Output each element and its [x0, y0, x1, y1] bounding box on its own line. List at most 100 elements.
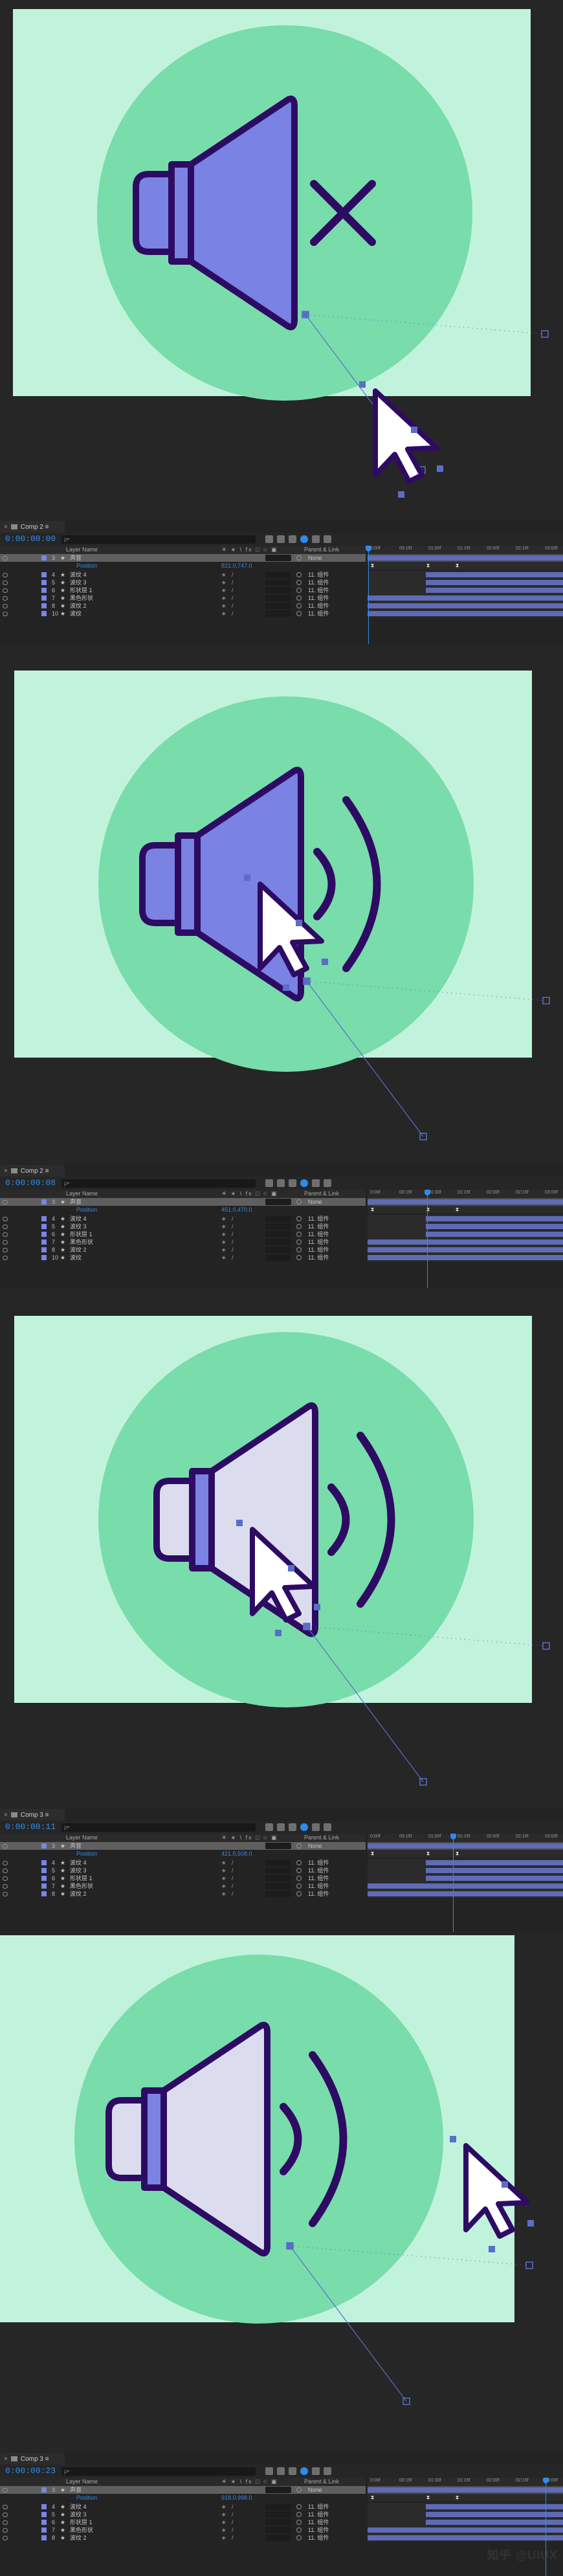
label-color-swatch[interactable]: [41, 1891, 47, 1896]
label-color-swatch[interactable]: [41, 588, 47, 593]
layer-switches[interactable]: ∗ /: [221, 2518, 236, 2526]
layer-name[interactable]: 波纹 2: [70, 1246, 87, 1254]
layer-row[interactable]: 6 ★ 形状层 1 ∗ / 11. 组件: [0, 2518, 366, 2526]
layer-duration-track[interactable]: [368, 610, 563, 617]
visibility-eye-icon[interactable]: [3, 2528, 8, 2533]
parent-select[interactable]: 11. 组件: [308, 594, 329, 602]
parent-pickwhip-icon[interactable]: [296, 1891, 302, 1896]
blend-mode-select[interactable]: [265, 1199, 291, 1205]
layer-duration-track[interactable]: [368, 1198, 563, 1206]
parent-select[interactable]: None: [308, 554, 322, 562]
close-tab-icon[interactable]: ×: [4, 1812, 8, 1819]
blend-mode-select[interactable]: [265, 1216, 291, 1222]
layer-name[interactable]: 形状层 1: [70, 586, 93, 594]
comp-flowchart-icon[interactable]: [265, 1823, 273, 1831]
blend-mode-select[interactable]: [265, 1247, 291, 1253]
layer-name[interactable]: 波纹 3: [70, 1867, 87, 1874]
layer-row[interactable]: 4 ★ 波纹 4 ∗ / 11. 组件: [0, 1215, 366, 1223]
motion-blur-icon[interactable]: [312, 1179, 320, 1187]
parent-pickwhip-icon[interactable]: [296, 1199, 302, 1205]
parent-pickwhip-icon[interactable]: [296, 2504, 302, 2509]
parent-pickwhip-icon[interactable]: [296, 1232, 302, 1237]
time-ruler[interactable]: 0:00f 00:15f 01:00f 01:15f 02:00f 02:15f 03:00…: [368, 1190, 563, 1198]
position-property-row[interactable]: Position 918.0,998.0: [0, 2494, 366, 2502]
visibility-eye-icon[interactable]: [3, 1232, 8, 1237]
label-color-swatch[interactable]: [41, 572, 47, 577]
layer-name[interactable]: 波纹 4: [70, 571, 87, 579]
label-color-swatch[interactable]: [41, 555, 47, 561]
visibility-eye-icon[interactable]: [3, 1248, 8, 1252]
layer-search-input[interactable]: ρ•: [61, 2467, 256, 2476]
layer-duration-bar[interactable]: [368, 2487, 563, 2493]
parent-pickwhip-icon[interactable]: [296, 1239, 302, 1245]
parent-pickwhip-icon[interactable]: [296, 1843, 302, 1849]
parent-pickwhip-icon[interactable]: [296, 2487, 302, 2493]
label-color-swatch[interactable]: [41, 595, 47, 601]
layer-duration-bar[interactable]: [368, 595, 563, 601]
layer-duration-track[interactable]: [368, 1223, 563, 1230]
layer-row[interactable]: 10 ★ 波纹 ∗ / 11. 组件: [0, 610, 366, 617]
parent-pickwhip-icon[interactable]: [296, 1224, 302, 1229]
layer-duration-track[interactable]: [368, 1230, 563, 1238]
label-color-swatch[interactable]: [41, 1239, 47, 1245]
visibility-eye-icon[interactable]: [3, 1225, 8, 1229]
layer-duration-track[interactable]: [368, 2526, 563, 2534]
blend-mode-select[interactable]: [265, 1891, 291, 1897]
label-color-swatch[interactable]: [41, 1843, 47, 1849]
visibility-eye-icon[interactable]: [3, 1240, 8, 1245]
parent-pickwhip-icon[interactable]: [296, 588, 302, 593]
keyframe-marker[interactable]: ⧗: [370, 1207, 375, 1212]
parent-select[interactable]: 11. 组件: [308, 579, 329, 586]
layer-duration-track[interactable]: [368, 2511, 563, 2518]
comp-flowchart-icon[interactable]: [265, 535, 273, 543]
layer-search-input[interactable]: ρ•: [61, 535, 256, 544]
layer-duration-bar[interactable]: [426, 1224, 563, 1229]
keyframe-marker[interactable]: ⧗: [426, 1851, 430, 1856]
time-ruler[interactable]: 0:00f 00:15f 01:00f 01:15f 02:00f 02:15f 03:00…: [368, 1834, 563, 1842]
layer-switches[interactable]: ∗ /: [221, 2534, 236, 2542]
parent-pickwhip-icon[interactable]: [296, 2527, 302, 2533]
blend-mode-select[interactable]: [265, 1239, 291, 1245]
layer-switches[interactable]: ∗ /: [221, 1215, 236, 1223]
comp-flowchart-icon[interactable]: [265, 1179, 273, 1187]
blend-mode-select[interactable]: [265, 595, 291, 601]
parent-pickwhip-icon[interactable]: [296, 1868, 302, 1873]
layer-name[interactable]: 形状层 1: [70, 1874, 93, 1882]
comp-flowchart-icon[interactable]: [265, 2467, 273, 2475]
visibility-eye-icon[interactable]: [3, 581, 8, 585]
parent-select[interactable]: 11. 组件: [308, 586, 329, 594]
layer-switches[interactable]: ∗ /: [221, 1882, 236, 1890]
layer-row[interactable]: 4 ★ 波纹 4 ∗ / 11. 组件: [0, 571, 366, 579]
layer-duration-track[interactable]: [368, 554, 563, 562]
layer-duration-bar[interactable]: [426, 588, 563, 593]
layer-switches[interactable]: ∗ /: [221, 586, 236, 594]
current-time-display[interactable]: 0:00:00:00: [5, 534, 56, 544]
parent-select[interactable]: 11. 组件: [308, 1890, 329, 1898]
comp-tab[interactable]: × Comp 2 ≡: [0, 521, 65, 533]
layer-row[interactable]: 5 ★ 波纹 3 ∗ / 11. 组件: [0, 1867, 366, 1874]
parent-select[interactable]: 11. 组件: [308, 1874, 329, 1882]
visibility-eye-icon[interactable]: [3, 1844, 8, 1849]
layer-duration-bar[interactable]: [426, 2520, 563, 2525]
keyframe-marker[interactable]: ⧗: [455, 2495, 459, 2500]
parent-link-column[interactable]: Parent & Link: [304, 1834, 339, 1842]
draft-3d-icon[interactable]: [277, 1179, 285, 1187]
layer-duration-track[interactable]: [368, 2503, 563, 2511]
label-color-swatch[interactable]: [41, 1860, 47, 1865]
parent-select[interactable]: 11. 组件: [308, 1867, 329, 1874]
layer-duration-bar[interactable]: [368, 555, 563, 561]
layer-name[interactable]: 黑色形状: [70, 2526, 93, 2534]
blend-mode-select[interactable]: [265, 603, 291, 609]
parent-link-column[interactable]: Parent & Link: [304, 546, 339, 554]
layer-switches[interactable]: ∗ /: [221, 1230, 236, 1238]
layer-switches[interactable]: ∗ /: [221, 1890, 236, 1898]
frame-blend-icon[interactable]: [300, 1823, 308, 1831]
layer-name[interactable]: 黑色形状: [70, 1238, 93, 1246]
layer-row[interactable]: 8 ★ 波纹 2 ∗ / 11. 组件: [0, 1890, 366, 1898]
layer-duration-bar[interactable]: [426, 1860, 563, 1865]
layer-row[interactable]: 7 ★ 黑色形状 ∗ / 11. 组件: [0, 594, 366, 602]
visibility-eye-icon[interactable]: [3, 2513, 8, 2517]
layer-name[interactable]: 声音: [70, 1198, 82, 1206]
parent-select[interactable]: None: [308, 1842, 322, 1850]
layer-name[interactable]: 声音: [70, 2486, 82, 2494]
